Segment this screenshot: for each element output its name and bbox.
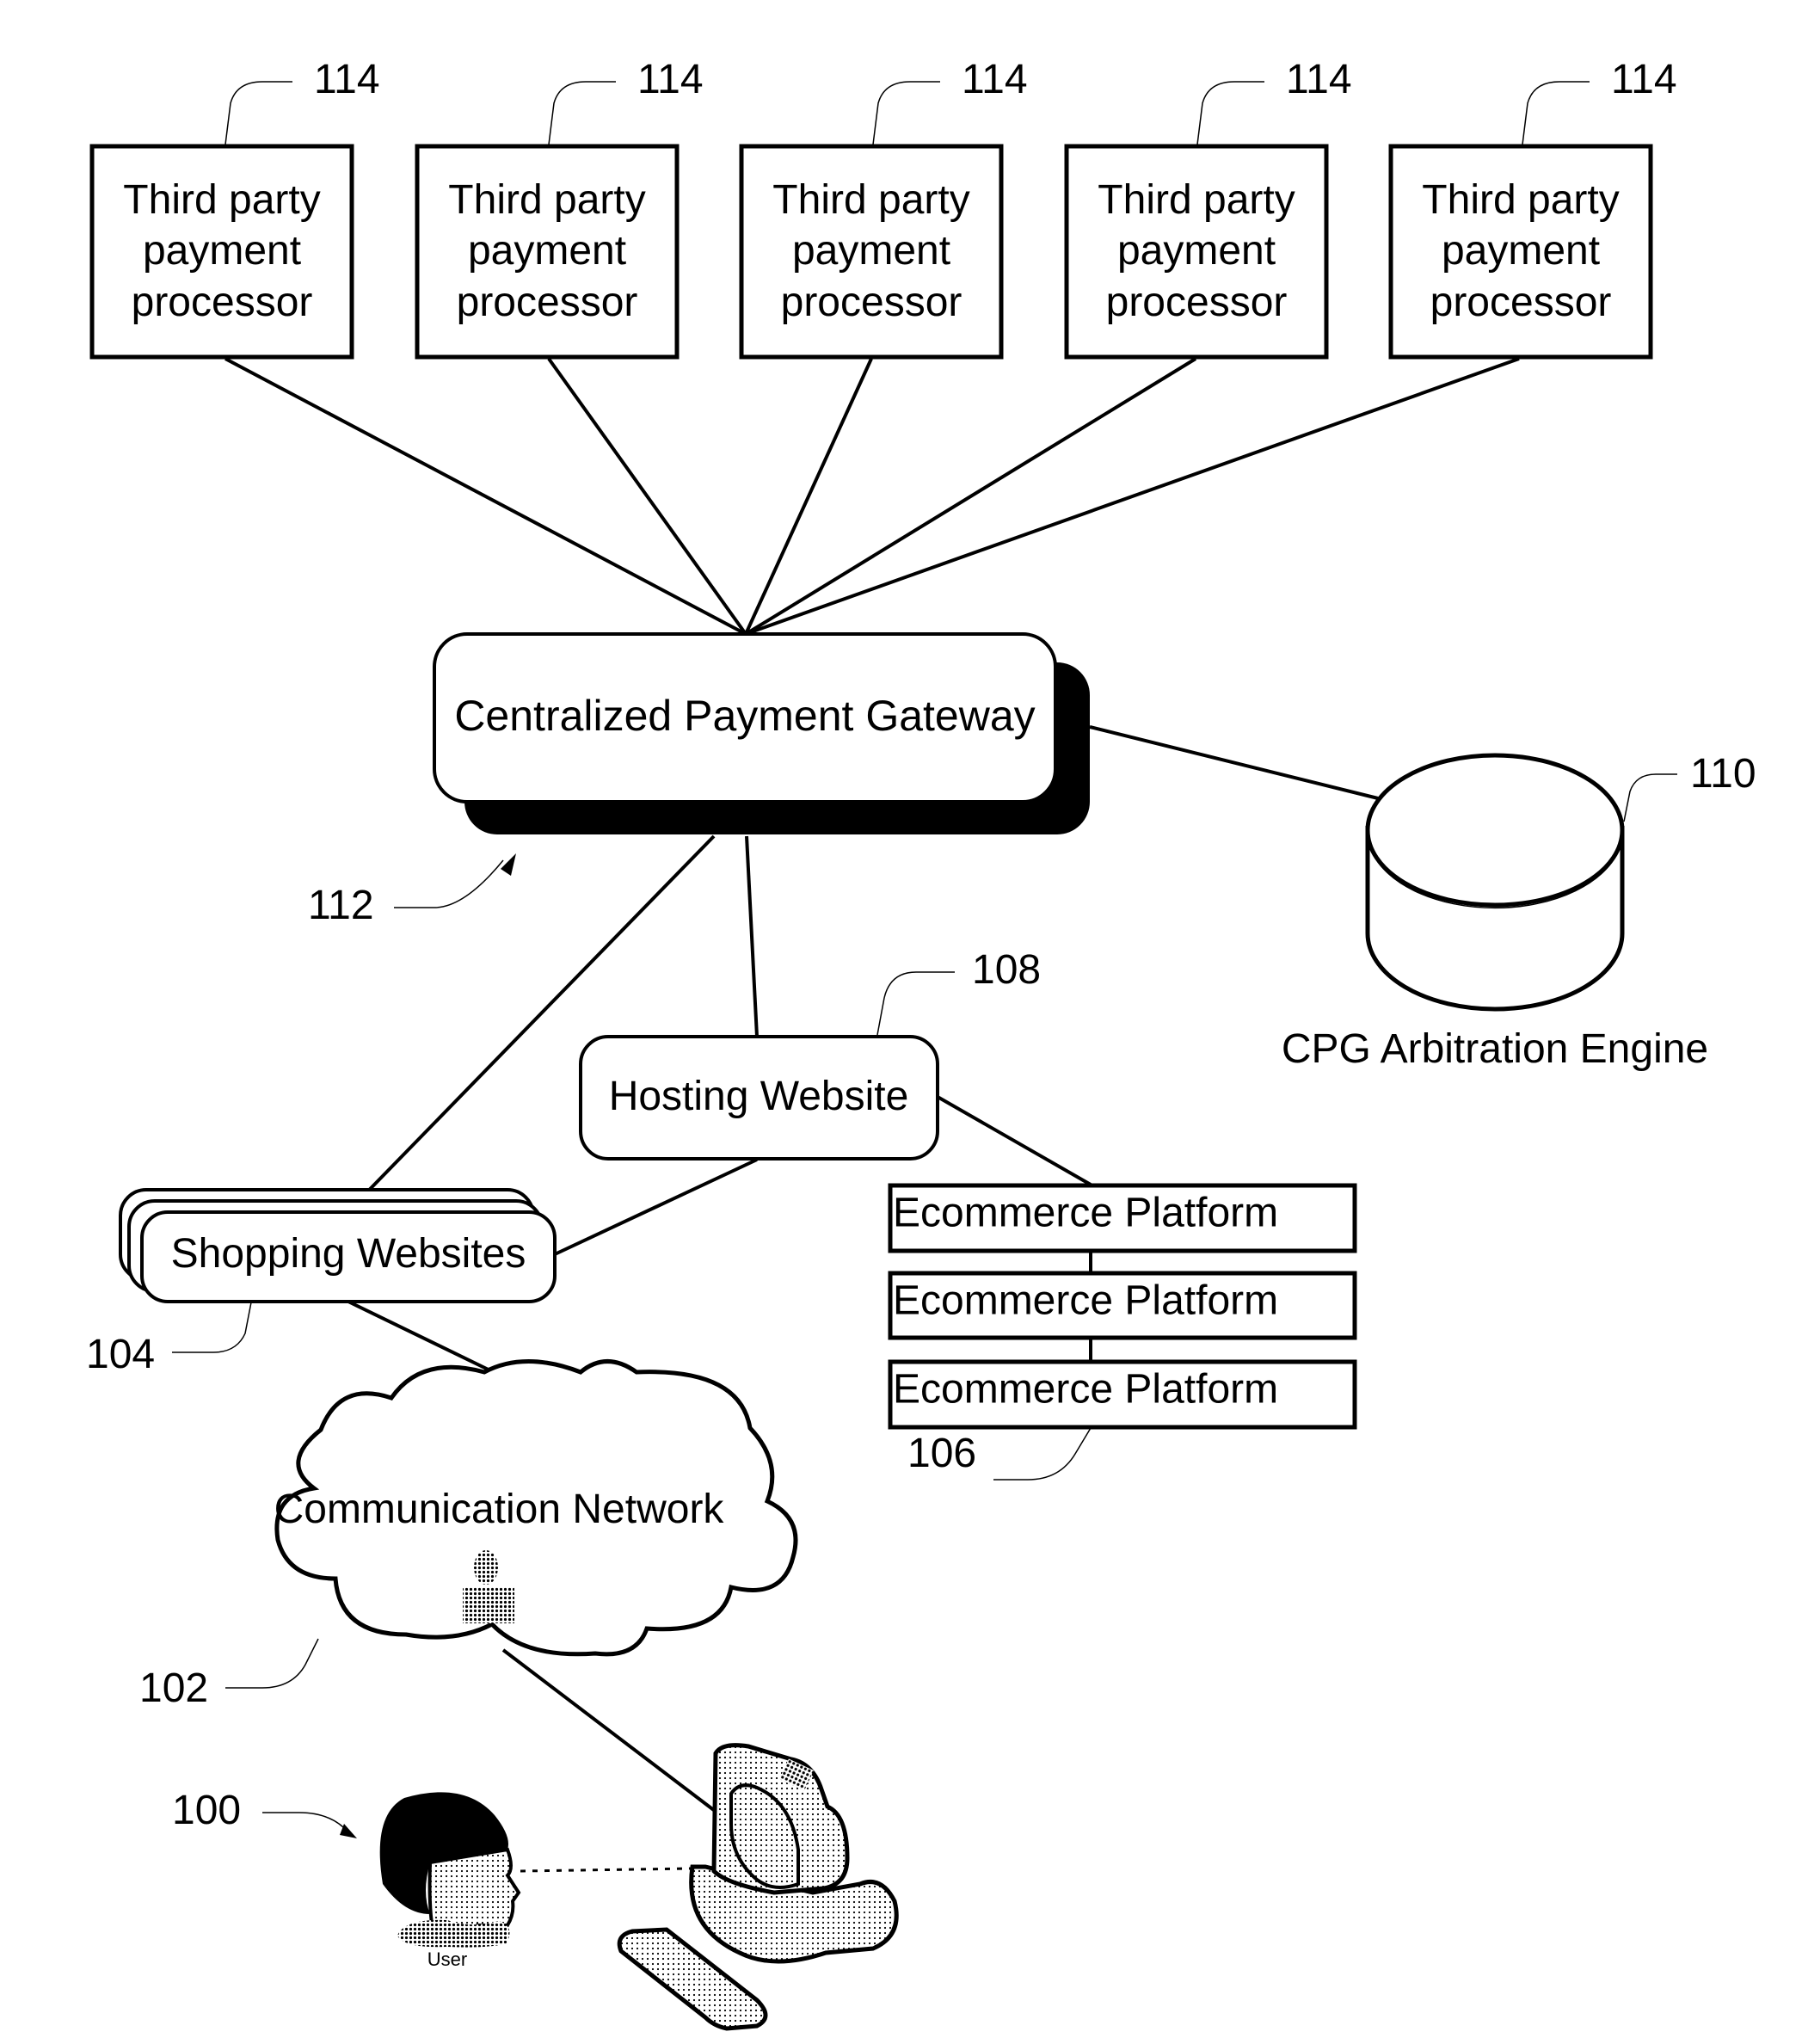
processor-5-label-line-3: processor [1430,280,1612,325]
shopping-ref: 104 [86,1332,155,1377]
processor-4-label-line-3: processor [1106,280,1288,325]
processor-3[interactable]: Third party payment processor [739,144,1004,360]
edge-processor-5-gateway [745,357,1520,636]
hosting-ref: 108 [972,947,1041,993]
hosting-website-label: Hosting Website [609,1074,909,1119]
ecommerce-platform-1[interactable]: Ecommerce Platform [888,1183,1357,1253]
edge-network-computer [501,1648,720,1815]
hosting-website[interactable]: Hosting Website [579,1035,939,1161]
ecommerce-platform-2[interactable]: Ecommerce Platform [888,1271,1357,1340]
gateway-arrowhead-icon [501,853,516,876]
network-ref-group: 102 [139,1638,319,1711]
user-label: User [427,1949,467,1970]
ecommerce-ref: 106 [907,1431,976,1476]
processor-3-label-line-1: Third party [772,177,969,223]
ecommerce-platform-3-label: Ecommerce Platform [893,1367,1278,1413]
edge-processor-1-gateway [224,357,747,636]
processor-5-label-line-1: Third party [1422,177,1619,223]
hosting-leader [876,971,955,1036]
ecommerce-leader [993,1427,1092,1481]
gateway-ref: 112 [308,883,374,928]
network-ref: 102 [139,1665,208,1711]
user-shoulders [397,1919,510,1948]
network-leader [225,1638,319,1689]
processor-2-ref: 114 [637,57,704,102]
edge-shopping-network [347,1300,500,1376]
ecommerce-ref-group: 106 [907,1427,1092,1481]
processor-4-label-line-2: payment [1117,228,1276,274]
payment-system-diagram: Third party payment processor Third part… [86,57,1756,2031]
processor-4-ref: 114 [1286,57,1352,102]
processor-1-ref: 114 [314,57,380,102]
processor-2-label-line-1: Third party [448,177,645,223]
user-ref-group: 100 [172,1788,357,1838]
centralized-payment-gateway[interactable]: Centralized Payment Gateway [433,632,1090,834]
engine-ref-group: 110 [1623,751,1756,822]
edge-gateway-engine [1089,725,1379,800]
processor-3-ref: 114 [962,57,1028,102]
processor-2-label-line-2: payment [468,228,626,274]
edge-processor-3-gateway [744,358,873,635]
shopping-ref-group: 104 [86,1302,252,1377]
processor-refs: 114 114 114 114 114 [224,57,1677,145]
network-label: Communication Network [274,1487,725,1532]
processor-4[interactable]: Third party payment processor [1064,144,1329,360]
processor-1-label-line-1: Third party [123,177,320,223]
edge-processor-2-gateway [547,357,747,636]
shopping-leader [172,1302,252,1353]
processor-5[interactable]: Third party payment processor [1388,144,1653,360]
edge-hosting-shopping [554,1158,758,1256]
processor-4-label-line-1: Third party [1098,177,1295,223]
engine-label: CPG Arbitration Engine [1282,1026,1708,1072]
edge-gateway-hosting [745,835,759,1037]
ecommerce-platform-3[interactable]: Ecommerce Platform [888,1359,1357,1430]
processor-2-label-line-3: processor [457,280,638,325]
processor-5-label-line-2: payment [1442,228,1600,274]
gateway-ref-group: 112 [308,853,516,928]
edge-hosting-ecommerce [937,1095,1092,1186]
processor-3-leader [872,81,940,145]
ecommerce-platform-1-label: Ecommerce Platform [893,1191,1278,1236]
user[interactable]: User [379,1792,521,1970]
computer-icon[interactable] [617,1743,899,2031]
processor-1-label-line-2: payment [143,228,301,274]
processor-2[interactable]: Third party payment processor [415,144,680,360]
ecommerce-platform-2-label: Ecommerce Platform [893,1278,1278,1324]
processor-3-label-line-3: processor [781,280,963,325]
processor-4-leader [1196,81,1264,145]
gateway-label: Centralized Payment Gateway [454,692,1035,740]
user-leader-arrow [262,1812,349,1833]
user-gaze-dotted-line [520,1867,693,1873]
cpg-arbitration-engine[interactable]: CPG Arbitration Engine [1282,753,1708,1072]
user-ref: 100 [172,1788,241,1833]
hosting-ref-group: 108 [876,947,1041,1036]
processor-1-label-line-3: processor [132,280,313,325]
processor-5-ref: 114 [1611,57,1677,102]
shopping-websites[interactable]: Shopping Websites [119,1188,557,1303]
processor-5-leader [1522,81,1590,145]
gateway-leader-arrow [394,859,504,908]
engine-ref: 110 [1690,751,1756,797]
communication-network[interactable]: Communication Network [274,1359,798,1657]
shopping-websites-label: Shopping Websites [171,1231,526,1277]
engine-leader [1623,773,1677,822]
processor-2-leader [548,81,616,145]
processor-1-leader [224,81,292,145]
processor-3-label-line-2: payment [792,228,950,274]
processor-1[interactable]: Third party payment processor [89,144,354,360]
